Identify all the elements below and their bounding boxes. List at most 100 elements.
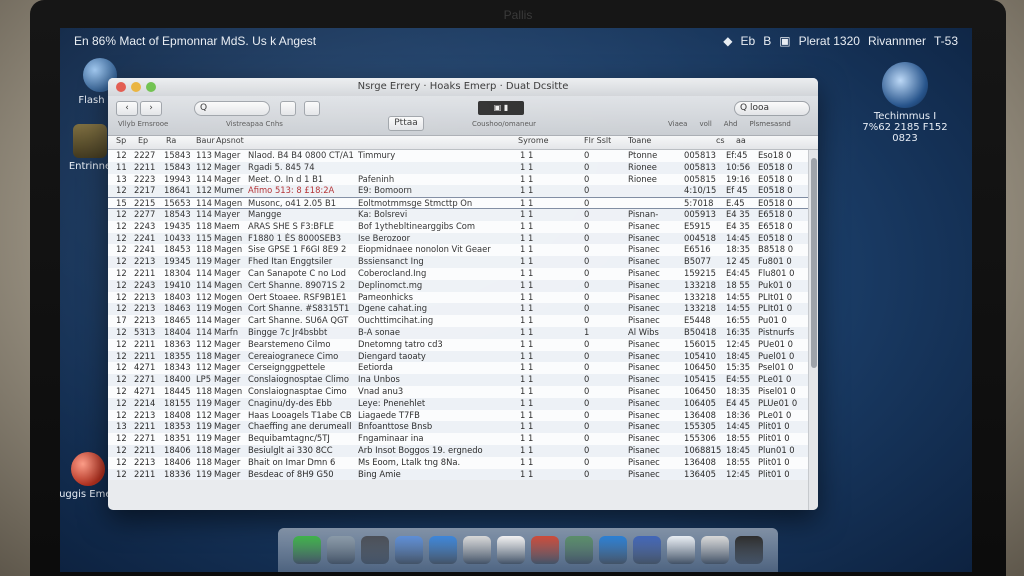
- cell-c: 18453: [164, 244, 191, 255]
- dock-app-icon[interactable]: [361, 536, 389, 564]
- dock-app-icon[interactable]: [293, 536, 321, 564]
- table-row[interactable]: 12 2211 18304 114 Mager Can Sanapote C no Lod…: [108, 267, 808, 280]
- scrollbar[interactable]: [808, 150, 818, 510]
- table-row[interactable]: 11 2211 15843 112 Mager Rgadi 5. 845 74 1 1 0 Ri…: [108, 161, 808, 174]
- column-header-cell[interactable]: Ra: [166, 136, 176, 145]
- cell-s: 1 1: [520, 291, 534, 302]
- dock-app-icon[interactable]: [565, 536, 593, 564]
- table-row[interactable]: 12 2211 18336 119 Mager Besdeac of 8H9 G50 Bin…: [108, 468, 808, 481]
- dock-app-icon[interactable]: [531, 536, 559, 564]
- table-row[interactable]: 13 2211 18353 119 Mager Chaeffing ane derumea…: [108, 421, 808, 434]
- list-view-button[interactable]: [280, 101, 296, 116]
- menu-status-item[interactable]: ▣: [779, 34, 790, 48]
- table-row[interactable]: 12 2211 18363 112 Mager Bearstemeno Cilmo Dnet…: [108, 338, 808, 351]
- forward-button[interactable]: ›: [140, 101, 162, 116]
- table-row[interactable]: 12 2213 19345 119 Mager Fhed Itan Enggtsiler B…: [108, 256, 808, 268]
- menu-bar-title[interactable]: En 86% Mact of Epmonnar MdS. Us k Angest: [74, 34, 723, 48]
- menu-status-item[interactable]: B: [763, 34, 771, 48]
- table-row[interactable]: 12 4271 18445 118 Magen Conslaiognasptae Cimo…: [108, 385, 808, 398]
- column-header-cell[interactable]: cs: [716, 136, 725, 145]
- search-right-input[interactable]: Q looa: [734, 101, 810, 116]
- dock-app-icon[interactable]: [599, 536, 627, 564]
- menu-status-item[interactable]: Plerat 1320: [799, 34, 860, 48]
- desktop-screen: En 86% Mact of Epmonnar MdS. Us k Angest…: [60, 28, 972, 572]
- dock-app-icon[interactable]: [429, 536, 457, 564]
- table-row[interactable]: 15 2215 15653 114 Magen Musonc, o41 2.05 B1 Eo…: [108, 197, 808, 209]
- cell-title: Cnaginu/dy-des Ebb: [248, 397, 332, 408]
- column-header-cell[interactable]: Syrome: [518, 136, 549, 145]
- back-button[interactable]: ‹: [116, 101, 138, 116]
- menu-status-item[interactable]: Eb: [741, 34, 756, 48]
- cell-n: 13: [116, 421, 127, 432]
- table-row[interactable]: 12 2213 18463 119 Mogen Cort Shanne. #S8315T1…: [108, 303, 808, 316]
- cell-k: 114: [196, 315, 212, 326]
- cell-s: 1 1: [520, 279, 534, 290]
- column-header-cell[interactable]: Apsnot: [216, 136, 244, 145]
- center-button[interactable]: Pttaa: [388, 116, 424, 131]
- minimize-button[interactable]: [131, 82, 141, 92]
- cell-id: 005815: [684, 173, 716, 184]
- table-row[interactable]: 17 2213 18465 114 Mager Cart Shanne. SU6A QGT…: [108, 315, 808, 327]
- cell-title: Conslaiognosptae Climo: [248, 374, 349, 385]
- table-row[interactable]: 13 2223 19943 114 Mager Meet. O. In d 1 B1 Paf…: [108, 173, 808, 186]
- cell-note: Pameonhicks: [358, 291, 414, 302]
- column-header-cell[interactable]: aa: [736, 136, 746, 145]
- cell-id: 156015: [684, 338, 716, 349]
- table-row[interactable]: 12 2241 10433 115 Magen F1880 1 ÉS 8000SEB3 Is…: [108, 232, 808, 245]
- cell-c: 18463: [164, 303, 191, 314]
- cell-d: 2213: [134, 456, 156, 467]
- cell-c: 18155: [164, 397, 191, 408]
- table-row[interactable]: 12 2213 18406 118 Mager Bhait on Imar Dmn 6 Ms…: [108, 456, 808, 469]
- table-row[interactable]: 12 2241 18453 118 Magen Sise GPSE 1 F6GI 8E9 …: [108, 244, 808, 257]
- cell-n: 12: [116, 279, 127, 290]
- dock-app-icon[interactable]: [701, 536, 729, 564]
- table-row[interactable]: 12 2211 18406 118 Mager Besiulglt ai 330 8CC A…: [108, 444, 808, 457]
- dock-app-icon[interactable]: [667, 536, 695, 564]
- cell-k: 112: [196, 362, 212, 373]
- cell-n: 12: [116, 362, 127, 373]
- table-row[interactable]: 12 2214 18155 119 Mager Cnaginu/dy-des Ebb Ley…: [108, 397, 808, 410]
- table-row[interactable]: 12 2277 18543 114 Mayer Mangge Ka: Bolsrevi 1 1…: [108, 208, 808, 221]
- dock-app-icon[interactable]: [633, 536, 661, 564]
- cell-k: 118: [196, 385, 212, 396]
- close-button[interactable]: [116, 82, 126, 92]
- column-header-cell[interactable]: Sp: [116, 136, 126, 145]
- table-row[interactable]: 12 2227 15843 113 Mager Nlaod. B4 B4 0800 CT/…: [108, 150, 808, 162]
- dock-app-icon[interactable]: [327, 536, 355, 564]
- cell-s: 1 1: [520, 303, 534, 314]
- table-row[interactable]: 12 2271 18351 119 Mager Bequibamtagnc/5TJ Fnga…: [108, 433, 808, 445]
- dock-app-icon[interactable]: [735, 536, 763, 564]
- zoom-button[interactable]: [146, 82, 156, 92]
- table-row[interactable]: 12 5313 18404 114 Marfn Bingge 7c Jr4bsbbt B-A…: [108, 326, 808, 339]
- column-header: Sp Ep Ra Baur Apsnot Syrome Flr Sslt Toane cs aa: [108, 136, 818, 150]
- table-row[interactable]: 12 2243 19435 118 Maem ARAS SHE S F3:BFLE Bof …: [108, 220, 808, 233]
- table-row[interactable]: 12 2213 18403 112 Mogen Oert Stoaee. RSF9B1E1…: [108, 291, 808, 304]
- dock-app-icon[interactable]: [497, 536, 525, 564]
- cell-d: 2211: [134, 468, 156, 479]
- cell-n: 13: [116, 173, 127, 184]
- table-row[interactable]: 12 2211 18355 118 Mager Cereaiogranece Cimo Di…: [108, 350, 808, 363]
- table-row[interactable]: 12 2217 18641 112 Mumer Afimo 513: 8 £18:2A E9…: [108, 185, 808, 198]
- menu-status-item[interactable]: T-53: [934, 34, 958, 48]
- column-header-cell[interactable]: Flr Sslt: [584, 136, 611, 145]
- table-row[interactable]: 12 2243 19410 114 Magen Cert Shanne. 89071S 2…: [108, 279, 808, 292]
- dock-app-icon[interactable]: [395, 536, 423, 564]
- table-row[interactable]: 12 2271 18400 LP5 Mager Conslaiognosptae Clim…: [108, 374, 808, 386]
- column-header-cell[interactable]: Baur: [196, 136, 215, 145]
- cell-s: 1 1: [520, 456, 534, 467]
- dock-app-icon[interactable]: [463, 536, 491, 564]
- menu-status-item[interactable]: ◆: [723, 34, 732, 48]
- desktop-icon-techimmus[interactable]: Techimmus Ⅰ 7%62 2185 F152 0823: [860, 62, 950, 144]
- cell-id: B50418: [684, 326, 717, 337]
- table-row[interactable]: 12 2213 18408 112 Mager Haas Looagels T1abe C…: [108, 409, 808, 422]
- cell-f: 0: [584, 315, 590, 326]
- menu-status-item[interactable]: Rivannmer: [868, 34, 926, 48]
- search-left-input[interactable]: Q: [194, 101, 270, 116]
- table-row[interactable]: 12 4271 18343 112 Mager Cerseignggpettele Eeti…: [108, 362, 808, 375]
- column-header-cell[interactable]: Ep: [138, 136, 148, 145]
- column-view-button[interactable]: [304, 101, 320, 116]
- cell-v: PUe01 0: [758, 338, 793, 349]
- column-header-cell[interactable]: Toane: [628, 136, 651, 145]
- scroll-thumb[interactable]: [811, 158, 817, 368]
- cell-x: E4 45: [726, 397, 750, 408]
